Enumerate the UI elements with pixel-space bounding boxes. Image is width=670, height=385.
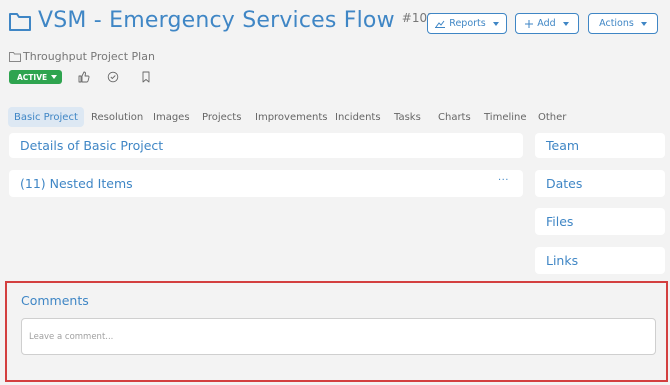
files-card[interactable]: Files xyxy=(535,208,665,235)
team-card[interactable]: Team xyxy=(535,133,665,158)
comment-input[interactable] xyxy=(21,318,656,355)
actions-label: Actions xyxy=(599,18,634,29)
tab-improvements[interactable]: Improvements xyxy=(255,107,327,127)
nested-items-title: (11) Nested Items xyxy=(20,176,133,191)
chart-icon xyxy=(435,20,446,28)
title-row: VSM - Emergency Services Flow #1028 xyxy=(8,8,442,33)
folder-icon xyxy=(9,52,21,62)
thumbs-up-icon[interactable] xyxy=(78,71,90,83)
details-title: Details of Basic Project xyxy=(20,138,164,153)
page-title: VSM - Emergency Services Flow xyxy=(38,8,395,33)
dates-card[interactable]: Dates xyxy=(535,170,665,197)
project-plan-link[interactable]: Throughput Project Plan xyxy=(9,50,155,63)
more-options-icon[interactable]: ··· xyxy=(498,175,509,186)
bookmark-icon[interactable] xyxy=(140,71,152,83)
links-title: Links xyxy=(546,253,579,268)
plus-icon xyxy=(525,19,534,28)
status-label: ACTIVE xyxy=(17,72,48,82)
tab-resolution[interactable]: Resolution xyxy=(91,107,143,127)
tab-tasks[interactable]: Tasks xyxy=(394,107,421,127)
status-row: ACTIVE xyxy=(9,70,152,84)
chevron-down-icon xyxy=(492,21,499,26)
folder-icon xyxy=(9,12,31,31)
project-plan-label: Throughput Project Plan xyxy=(23,50,155,63)
links-card[interactable]: Links xyxy=(535,247,665,274)
dates-title: Dates xyxy=(546,176,583,191)
tab-other[interactable]: Other xyxy=(538,107,566,127)
team-title: Team xyxy=(546,138,580,153)
files-title: Files xyxy=(546,214,574,229)
chevron-down-icon xyxy=(640,21,647,26)
tab-incidents[interactable]: Incidents xyxy=(335,107,381,127)
details-card[interactable]: Details of Basic Project xyxy=(9,133,523,158)
tab-timeline[interactable]: Timeline xyxy=(484,107,527,127)
status-badge[interactable]: ACTIVE xyxy=(9,70,63,84)
chevron-down-icon xyxy=(51,75,58,79)
nested-items-card[interactable]: (11) Nested Items ··· xyxy=(9,170,523,197)
tab-images[interactable]: Images xyxy=(153,107,190,127)
chevron-down-icon xyxy=(562,21,569,26)
tab-projects[interactable]: Projects xyxy=(202,107,241,127)
comments-section: Comments xyxy=(5,281,668,382)
reports-button[interactable]: Reports xyxy=(427,13,507,34)
tab-charts[interactable]: Charts xyxy=(438,107,471,127)
actions-button[interactable]: Actions xyxy=(588,13,658,34)
comments-title: Comments xyxy=(21,293,89,308)
add-button[interactable]: Add xyxy=(515,13,579,34)
check-circle-icon[interactable] xyxy=(107,71,119,83)
add-label: Add xyxy=(537,18,556,29)
reports-label: Reports xyxy=(449,18,486,29)
tab-basic-project[interactable]: Basic Project xyxy=(8,107,84,127)
